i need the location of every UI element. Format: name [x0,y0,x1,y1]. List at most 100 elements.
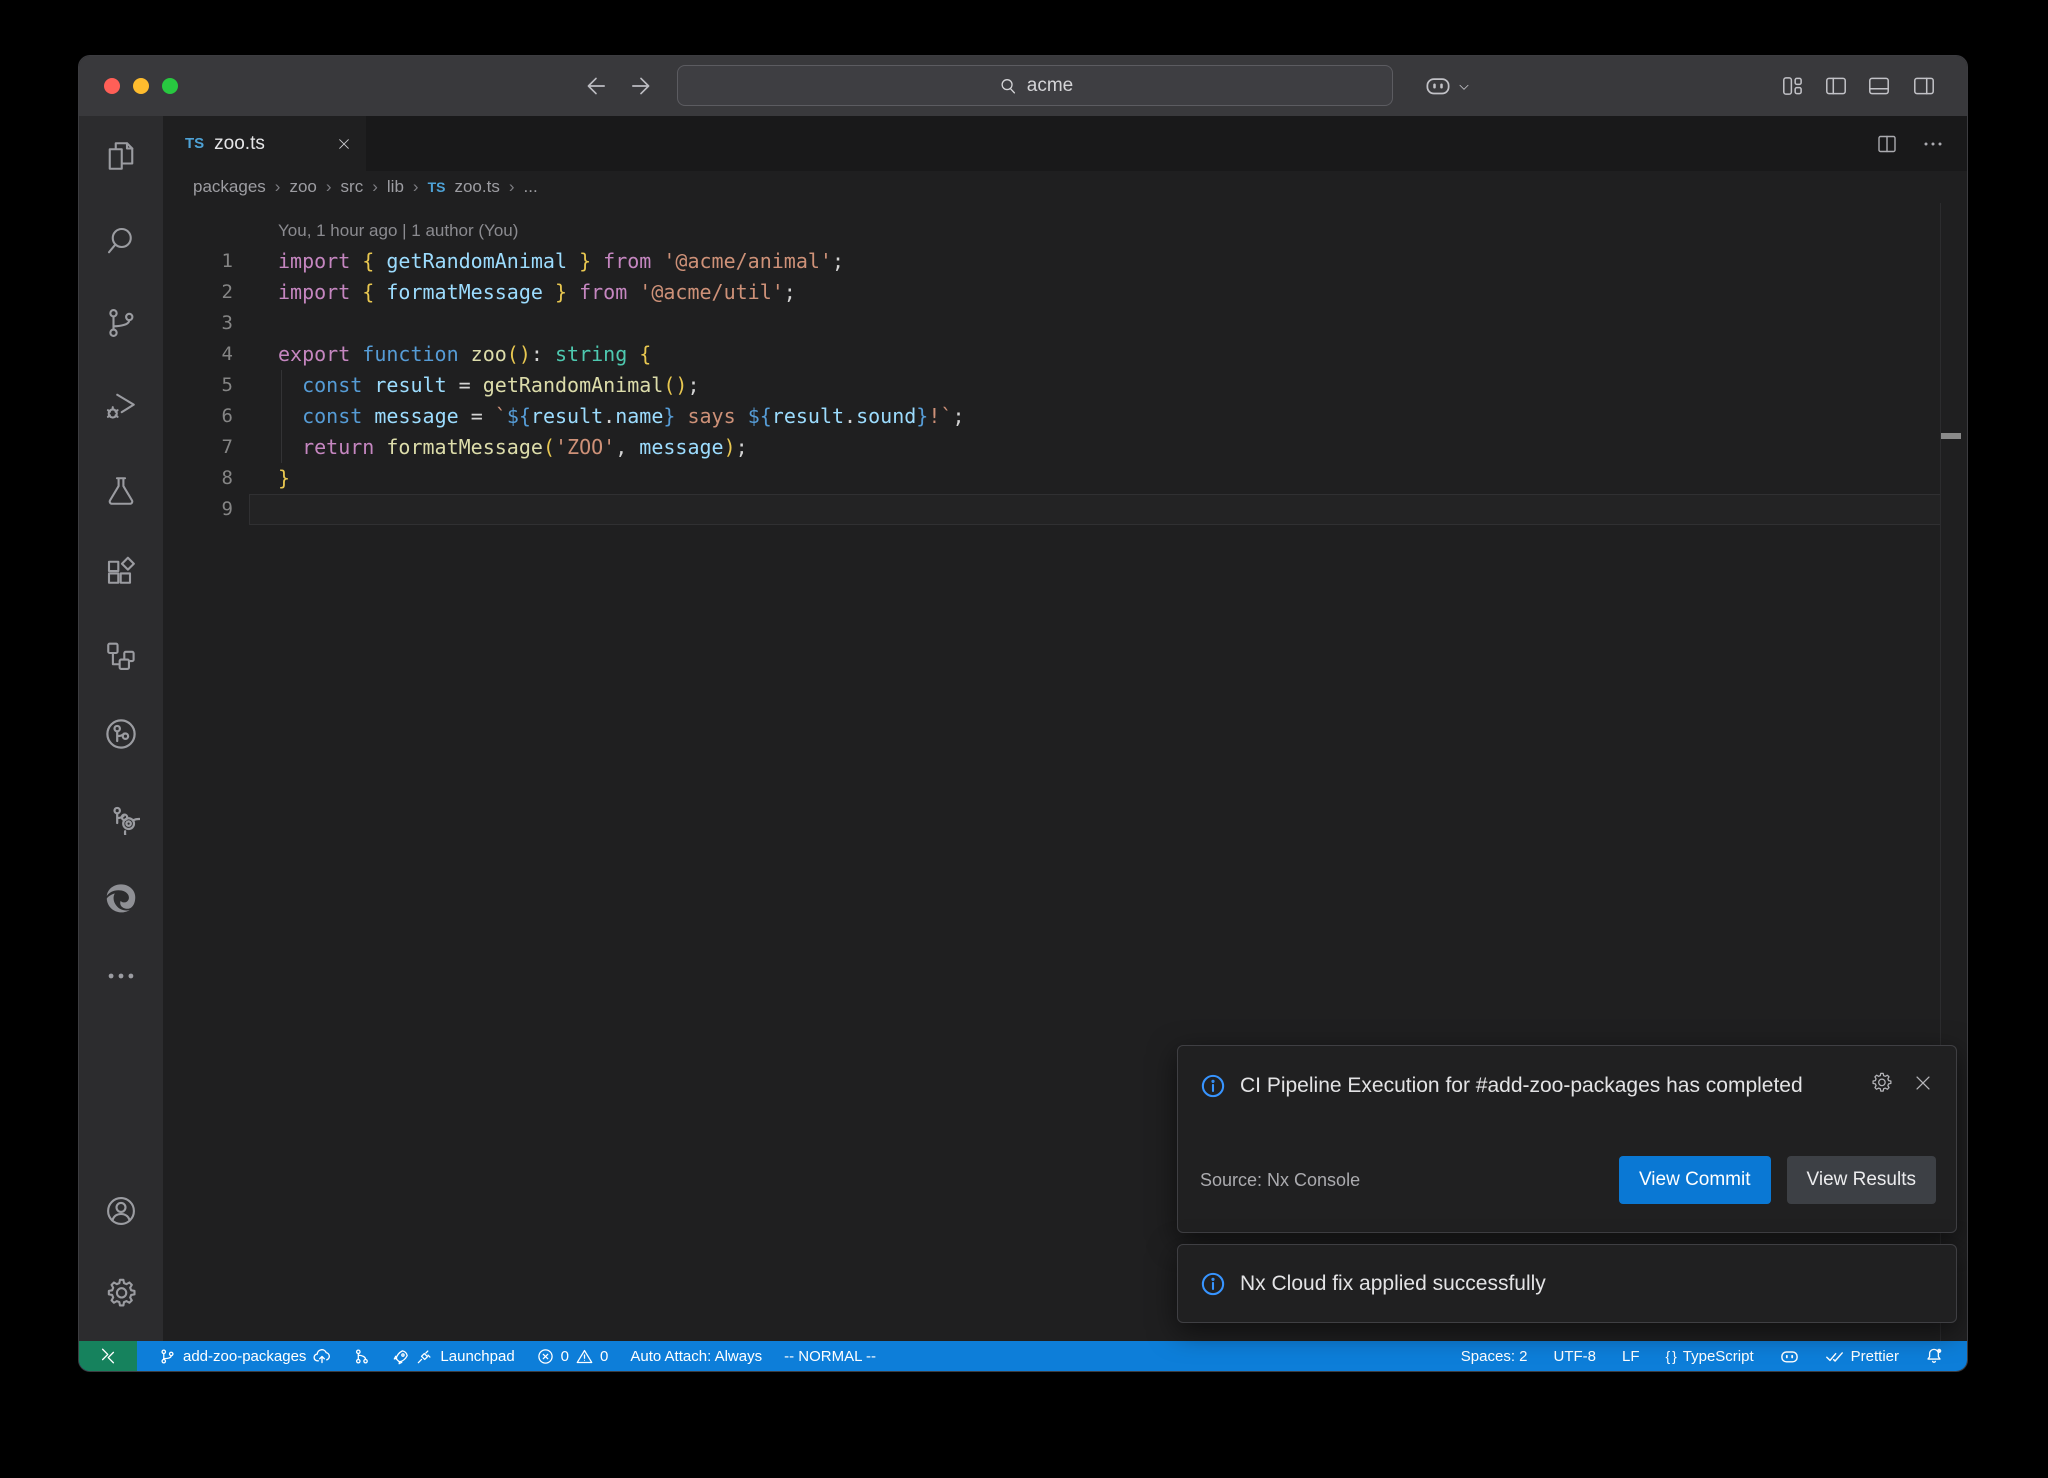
code-line[interactable]: 6 const message = `${result.name} says $… [163,401,1967,432]
breadcrumb-item[interactable]: src [341,177,364,197]
extensions-icon[interactable] [103,555,139,591]
line-number: 9 [163,494,233,525]
problems-status[interactable]: 0 0 [537,1348,609,1365]
code-line[interactable]: 2import { formatMessage } from '@acme/ut… [163,277,1967,308]
nx-console-icon[interactable] [102,715,140,753]
remote-indicator[interactable] [79,1341,137,1371]
chevron-right-icon: › [413,177,419,197]
warning-icon [576,1348,593,1365]
view-results-button[interactable]: View Results [1787,1156,1936,1204]
chevron-right-icon: › [326,177,332,197]
line-number: 8 [163,463,233,494]
notification-toast-nx-cloud-fix: Nx Cloud fix applied successfully [1177,1244,1957,1323]
copilot-status[interactable] [1780,1347,1799,1366]
customize-layout-icon[interactable] [1780,73,1806,104]
notification-close-icon[interactable] [1912,1072,1934,1094]
view-commit-button[interactable]: View Commit [1619,1156,1771,1204]
minimize-window-button[interactable] [133,78,149,94]
indentation-status[interactable]: Spaces: 2 [1461,1348,1528,1365]
notifications-bell[interactable] [1925,1347,1943,1365]
project-hierarchy-icon[interactable] [103,638,139,674]
code-line[interactable]: 8} [163,463,1967,494]
launchpad-label: Launchpad [440,1348,514,1365]
typescript-file-icon: TS [185,135,204,152]
notification-settings-gear-icon[interactable] [1869,1070,1894,1095]
error-icon [537,1348,554,1365]
remote-icon [99,1347,117,1365]
breadcrumb-item[interactable]: zoo [289,177,316,197]
bell-icon [1925,1347,1943,1365]
edge-tools-icon[interactable] [102,879,140,917]
line-number: 2 [163,277,233,308]
tab-label: zoo.ts [214,133,326,155]
line-number: 4 [163,339,233,370]
back-arrow-icon[interactable] [582,72,610,105]
language-status[interactable]: { } TypeScript [1666,1348,1754,1365]
code-line[interactable]: 4export function zoo(): string { [163,339,1967,370]
breadcrumb-more[interactable]: ... [524,177,538,197]
search-view-icon[interactable] [103,223,139,259]
git-branch-status[interactable]: add-zoo-packages [159,1347,331,1365]
command-center-search[interactable]: acme [677,65,1393,106]
breadcrumb: packages› zoo› src› lib› TS zoo.ts› ... [163,171,1967,203]
code-line[interactable]: 3 [163,308,1967,339]
forward-arrow-icon[interactable] [627,72,655,105]
eol-status[interactable]: LF [1622,1348,1640,1365]
rocket-icon [392,1348,409,1365]
line-number: 1 [163,246,233,277]
accounts-icon[interactable] [103,1193,139,1229]
git-graph-status[interactable] [353,1348,370,1365]
split-editor-icon[interactable] [1875,132,1899,156]
code-line[interactable]: 9 [163,494,1967,525]
additional-views-icon[interactable] [104,959,138,993]
toggle-panel-icon[interactable] [1866,73,1892,104]
tab-zoo-ts[interactable]: TS zoo.ts [163,116,366,171]
auto-attach-status[interactable]: Auto Attach: Always [630,1348,762,1365]
toggle-primary-sidebar-icon[interactable] [1823,73,1849,104]
nx-cloud-icon[interactable] [102,797,140,835]
chevron-right-icon: › [372,177,378,197]
info-icon [1200,1271,1226,1297]
code-line[interactable]: 7 return formatMessage('ZOO', message); [163,432,1967,463]
line-number: 3 [163,308,233,339]
warning-count: 0 [600,1348,608,1365]
explorer-icon[interactable] [103,138,139,174]
vim-mode-status[interactable]: -- NORMAL -- [784,1348,876,1365]
notification-message: CI Pipeline Execution for #add-zoo-packa… [1240,1070,1830,1101]
tab-bar: TS zoo.ts [163,116,1967,171]
testing-icon[interactable] [103,473,139,509]
double-check-icon [1825,1347,1844,1366]
chevron-right-icon: › [509,177,515,197]
toggle-secondary-sidebar-icon[interactable] [1911,73,1937,104]
command-center-text: acme [1027,75,1073,97]
breadcrumb-item[interactable]: packages [193,177,266,197]
settings-gear-icon[interactable] [103,1275,139,1311]
encoding-status[interactable]: UTF-8 [1554,1348,1597,1365]
code-line[interactable]: 5 const result = getRandomAnimal(); [163,370,1967,401]
more-actions-icon[interactable] [1921,132,1945,156]
notification-source: Source: Nx Console [1200,1170,1360,1191]
source-control-icon[interactable] [103,305,139,341]
prettier-status[interactable]: Prettier [1825,1347,1899,1366]
copilot-icon[interactable] [1423,71,1453,106]
tab-close-icon[interactable] [336,136,352,152]
braces-icon: { } [1666,1348,1676,1364]
git-branch-icon [159,1348,176,1365]
copilot-icon [1780,1347,1799,1366]
launchpad-status[interactable]: Launchpad [392,1348,514,1365]
typescript-file-icon: TS [428,179,446,195]
vscode-window: acme [78,55,1968,1372]
code-line[interactable]: 1import { getRandomAnimal } from '@acme/… [163,246,1967,277]
breadcrumb-item[interactable]: lib [387,177,404,197]
plug-icon [416,1348,433,1365]
title-bar: acme [79,56,1967,116]
error-count: 0 [561,1348,569,1365]
breadcrumb-file[interactable]: zoo.ts [454,177,499,197]
git-blame-annotation[interactable]: You, 1 hour ago | 1 author (You) [278,215,1967,246]
zoom-window-button[interactable] [162,78,178,94]
chevron-down-icon[interactable] [1457,80,1471,99]
close-window-button[interactable] [104,78,120,94]
run-and-debug-icon[interactable] [103,388,139,424]
notification-message: Nx Cloud fix applied successfully [1240,1268,1546,1299]
line-number: 6 [163,401,233,432]
